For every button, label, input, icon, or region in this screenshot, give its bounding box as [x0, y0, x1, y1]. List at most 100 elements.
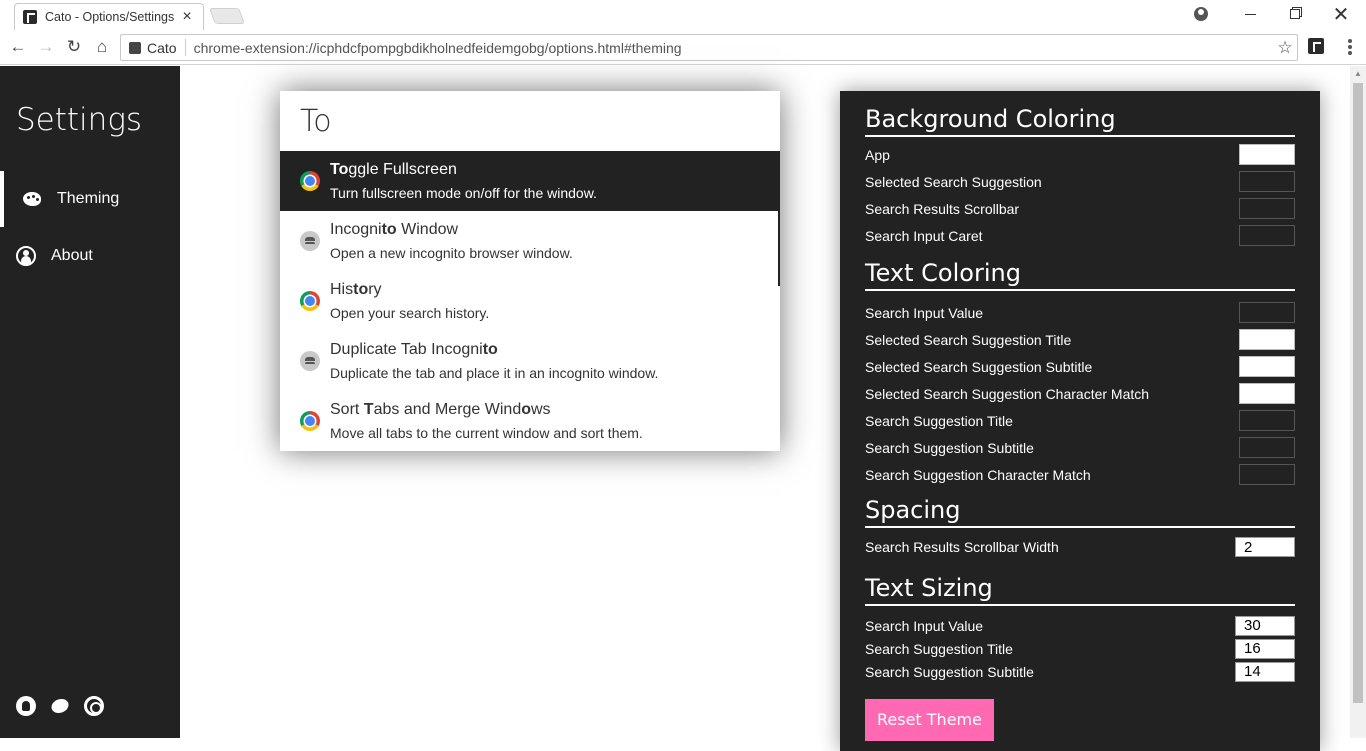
number-input[interactable] — [1235, 638, 1295, 659]
spacing-rows: Search Results Scrollbar Width — [865, 528, 1295, 566]
option-label: Search Suggestion Subtitle — [865, 439, 1034, 456]
sidebar-item-label: About — [51, 247, 93, 264]
chrome-icon — [300, 171, 320, 191]
option-row: Search Input Caret — [865, 222, 1295, 249]
incognito-icon — [300, 351, 320, 371]
browser-tab[interactable]: Cato - Options/Settings × — [14, 3, 204, 30]
number-input[interactable] — [1235, 615, 1295, 636]
option-row: App — [865, 141, 1295, 168]
scrollbar-thumb[interactable] — [1353, 83, 1363, 703]
color-swatch-input[interactable] — [1239, 144, 1295, 165]
minimize-icon[interactable] — [1235, 4, 1265, 24]
chrome-icon — [300, 291, 320, 311]
section-heading-spacing: Spacing — [865, 496, 1295, 528]
color-swatch-input[interactable] — [1239, 356, 1295, 377]
twitter-icon[interactable] — [51, 699, 69, 713]
tab-close-icon[interactable]: × — [179, 9, 195, 25]
forward-icon[interactable]: → — [34, 35, 58, 59]
option-row: Selected Search Suggestion Title — [865, 326, 1295, 353]
option-label: Search Input Caret — [865, 227, 983, 244]
scroll-up-icon[interactable]: ▲ — [1350, 66, 1366, 82]
search-result-item[interactable]: Sort Tabs and Merge Windows Move all tabs… — [280, 391, 780, 451]
color-swatch-input[interactable] — [1239, 225, 1295, 246]
color-swatch-input[interactable] — [1239, 171, 1295, 192]
reload-icon[interactable]: ↻ — [62, 35, 86, 59]
result-title: Sort Tabs and Merge Windows — [330, 400, 643, 420]
browser-menu-icon[interactable] — [1342, 37, 1358, 57]
title-segment: ry — [368, 280, 382, 298]
section-heading-background: Background Coloring — [865, 105, 1295, 137]
page-scrollbar[interactable]: ▲ — [1350, 66, 1366, 738]
number-input[interactable] — [1235, 661, 1295, 682]
option-row: Search Results Scrollbar Width — [865, 528, 1295, 566]
background-coloring-rows: App Selected Search Suggestion Search Resu… — [865, 141, 1295, 249]
palette-icon — [22, 189, 42, 209]
text-sizing-rows: Search Input Value Search Suggestion Titl… — [865, 614, 1295, 683]
result-title: Duplicate Tab Incognito — [330, 340, 658, 360]
browser-toolbar: ← → ↻ ⌂ Cato chrome-extension://icphdcfp… — [0, 30, 1366, 65]
search-result-item[interactable]: History Open your search history. — [280, 271, 780, 331]
character-match: To — [330, 160, 349, 178]
character-match: T — [363, 400, 374, 418]
url-text[interactable]: chrome-extension://icphdcfpompgbdikholne… — [186, 40, 1273, 56]
option-row: Search Results Scrollbar — [865, 195, 1295, 222]
chrome-icon[interactable] — [84, 696, 104, 716]
extension-chip[interactable]: Cato — [121, 39, 186, 56]
title-segment: Duplicate Tab Incogni — [330, 340, 483, 358]
color-swatch-input[interactable] — [1239, 464, 1295, 485]
option-label: Search Suggestion Character Match — [865, 466, 1091, 483]
back-icon[interactable]: ← — [6, 35, 30, 59]
character-match: to — [381, 220, 397, 238]
color-swatch-input[interactable] — [1239, 383, 1295, 404]
sidebar-item-theming[interactable]: Theming — [0, 171, 180, 227]
new-tab-button[interactable] — [209, 8, 245, 24]
number-input[interactable] — [1235, 537, 1295, 557]
theme-options-panel: Background Coloring App Selected Search S… — [840, 91, 1320, 751]
search-result-item[interactable]: Toggle Fullscreen Turn fullscreen mode on… — [280, 151, 780, 211]
home-icon[interactable]: ⌂ — [90, 35, 114, 59]
chrome-icon — [300, 411, 320, 431]
reset-theme-button[interactable]: Reset Theme — [865, 699, 994, 741]
social-links — [16, 696, 104, 716]
github-icon[interactable] — [16, 696, 36, 716]
result-title: Toggle Fullscreen — [330, 160, 597, 180]
color-swatch-input[interactable] — [1239, 198, 1295, 219]
restore-icon[interactable] — [1280, 4, 1310, 24]
preview-search-input[interactable]: To — [280, 91, 780, 151]
option-label: Search Results Scrollbar — [865, 200, 1020, 217]
character-match: o — [521, 400, 531, 418]
character-match: to — [482, 340, 498, 358]
browser-titlebar: Cato - Options/Settings × ✕ — [0, 0, 1366, 30]
color-swatch-input[interactable] — [1239, 302, 1295, 323]
sidebar-item-label: Theming — [57, 190, 120, 207]
option-label: Selected Search Suggestion Subtitle — [865, 358, 1093, 375]
color-swatch-input[interactable] — [1239, 410, 1295, 431]
search-result-item[interactable]: Incognito Window Open a new incognito bro… — [280, 211, 780, 271]
color-swatch-input[interactable] — [1239, 437, 1295, 458]
result-subtitle: Open a new incognito browser window. — [330, 244, 573, 261]
cato-extension-icon[interactable] — [1308, 38, 1324, 54]
character-match: to — [353, 280, 369, 298]
section-heading-text-sizing: Text Sizing — [865, 574, 1295, 606]
option-row: Selected Search Suggestion Subtitle — [865, 353, 1295, 380]
title-segment: Sort — [330, 400, 364, 418]
profile-icon[interactable] — [1186, 4, 1216, 24]
option-row: Selected Search Suggestion — [865, 168, 1295, 195]
window-close-icon[interactable]: ✕ — [1326, 4, 1356, 26]
option-label: Search Results Scrollbar Width — [865, 539, 1059, 555]
option-label: Search Input Value — [865, 304, 984, 321]
option-label: Selected Search Suggestion Title — [865, 331, 1072, 348]
tab-title: Cato - Options/Settings — [45, 10, 175, 24]
result-subtitle: Duplicate the tab and place it in an inc… — [330, 364, 659, 381]
title-segment: ggle Fullscreen — [348, 160, 457, 178]
sidebar-item-about[interactable]: About — [0, 228, 180, 284]
option-row: Search Suggestion Title — [865, 407, 1295, 434]
address-bar[interactable]: Cato chrome-extension://icphdcfpompgbdik… — [120, 34, 1298, 61]
color-swatch-input[interactable] — [1239, 329, 1295, 350]
option-label: Search Suggestion Subtitle — [865, 663, 1034, 680]
incognito-icon — [300, 231, 320, 251]
search-result-item[interactable]: Duplicate Tab Incognito Duplicate the tab… — [280, 331, 780, 391]
options-page: Settings Theming About To Toggle Fullscr… — [0, 66, 1366, 751]
option-row: Search Suggestion Subtitle — [865, 434, 1295, 461]
bookmark-star-icon[interactable]: ☆ — [1273, 38, 1297, 58]
